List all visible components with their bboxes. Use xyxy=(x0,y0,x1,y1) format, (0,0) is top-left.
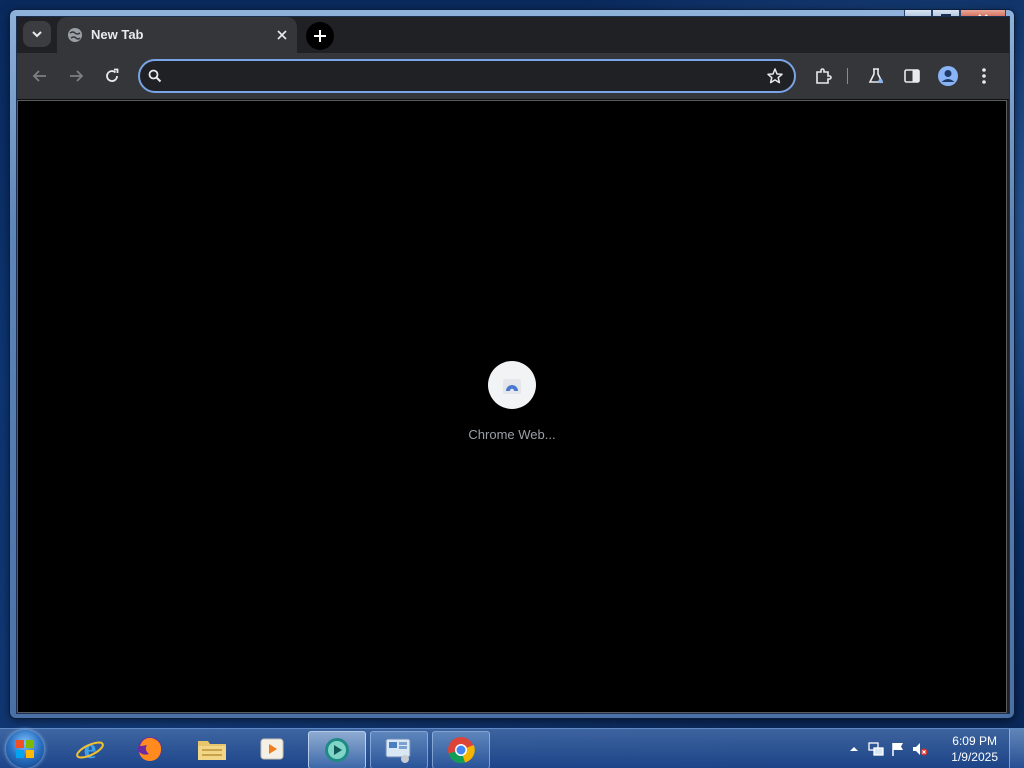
media-player-icon xyxy=(260,738,284,760)
browser-toolbar xyxy=(17,53,1009,100)
new-tab-button[interactable] xyxy=(306,22,334,50)
profile-button[interactable] xyxy=(937,65,959,87)
extensions-button[interactable] xyxy=(812,65,834,87)
chrome-web-store-icon xyxy=(503,379,521,394)
clock-time: 6:09 PM xyxy=(952,734,997,748)
tab-strip: New Tab xyxy=(17,17,1009,53)
address-bar[interactable] xyxy=(138,59,796,93)
tab-search-button[interactable] xyxy=(23,21,51,47)
plus-icon xyxy=(314,30,326,42)
tab-new-tab[interactable]: New Tab xyxy=(57,17,297,53)
network-icon[interactable] xyxy=(868,741,884,757)
taskbar-chrome[interactable] xyxy=(432,731,490,768)
tab-close-icon[interactable] xyxy=(275,28,289,42)
browser-window: New Tab Chrome Web... xyxy=(10,10,1014,718)
show-desktop-button[interactable] xyxy=(1009,729,1024,768)
start-button[interactable] xyxy=(6,730,44,768)
arrow-right-icon xyxy=(70,70,84,82)
chrome-icon xyxy=(448,737,475,764)
reload-icon xyxy=(106,68,119,82)
folder-icon xyxy=(198,741,226,760)
svg-text:e: e xyxy=(84,734,96,764)
taskbar-file-explorer[interactable] xyxy=(184,731,240,767)
taskbar-media-player[interactable] xyxy=(244,731,300,767)
globe-icon xyxy=(68,28,82,42)
control-panel-icon xyxy=(385,738,411,763)
windows-taskbar: e 6:09 PM 1/9/2025 xyxy=(0,728,1024,768)
forward-button[interactable] xyxy=(65,65,87,87)
address-input[interactable] xyxy=(170,66,754,88)
shortcut-label: Chrome Web... xyxy=(468,427,556,442)
toolbar-separator xyxy=(847,68,848,84)
windows-logo-icon xyxy=(16,740,34,758)
arrow-left-icon xyxy=(32,70,46,82)
taskbar-internet-explorer[interactable]: e xyxy=(62,731,118,767)
shortcut-chrome-web-store[interactable]: Chrome Web... xyxy=(449,361,575,442)
bookmark-star-icon[interactable] xyxy=(766,67,784,85)
show-hidden-icons-icon[interactable] xyxy=(846,741,862,757)
shortcut-tile xyxy=(488,361,536,409)
taskbar-firefox[interactable] xyxy=(122,731,178,767)
action-center-flag-icon[interactable] xyxy=(890,741,906,757)
more-vertical-icon xyxy=(982,68,986,84)
media-center-icon xyxy=(325,738,349,762)
firefox-icon xyxy=(138,737,162,761)
system-tray: 6:09 PM 1/9/2025 xyxy=(824,729,1024,768)
chevron-down-icon xyxy=(32,31,42,38)
avatar-icon xyxy=(938,66,958,86)
volume-muted-icon[interactable] xyxy=(912,741,928,757)
menu-button[interactable] xyxy=(973,65,995,87)
tab-title: New Tab xyxy=(91,27,144,42)
side-panel-icon xyxy=(904,69,920,83)
new-tab-page: Chrome Web... xyxy=(17,100,1007,713)
chrome-browser: New Tab Chrome Web... xyxy=(16,16,1010,714)
flask-icon xyxy=(868,68,884,84)
taskbar-app-open[interactable] xyxy=(370,731,428,768)
side-panel-button[interactable] xyxy=(901,65,923,87)
search-icon xyxy=(148,69,162,83)
internet-explorer-icon: e xyxy=(76,734,104,764)
clock-date: 1/9/2025 xyxy=(951,750,998,764)
reload-button[interactable] xyxy=(101,65,123,87)
labs-button[interactable] xyxy=(865,65,887,87)
clock[interactable]: 6:09 PM 1/9/2025 xyxy=(951,733,998,765)
puzzle-icon xyxy=(816,68,832,84)
back-button[interactable] xyxy=(29,65,51,87)
taskbar-app-active[interactable] xyxy=(308,731,366,768)
